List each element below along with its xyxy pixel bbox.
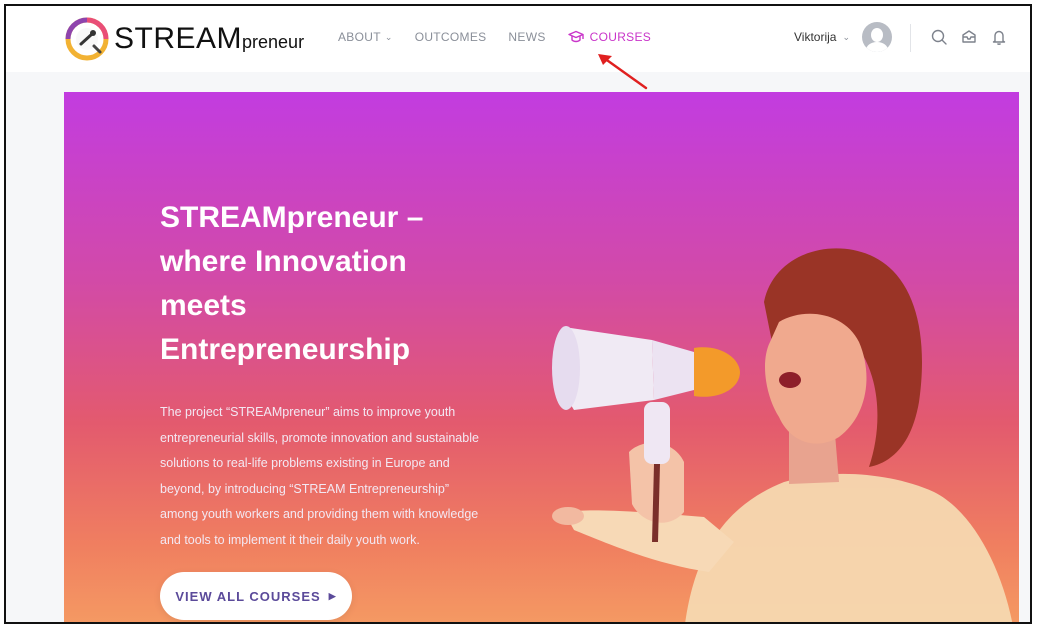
header-divider <box>910 24 911 52</box>
site-header: STREAMpreneur ABOUT ⌄ OUTCOMES NEWS COUR… <box>6 6 1030 72</box>
hero-description: The project “STREAMpreneur” aims to impr… <box>160 405 479 547</box>
nav-item-news[interactable]: NEWS <box>508 30 545 44</box>
view-all-courses-button[interactable]: VIEW ALL COURSES ▶ <box>160 572 352 620</box>
hero-title: STREAMpreneur – where Innovation meets E… <box>160 201 424 366</box>
nav-item-courses[interactable]: COURSES <box>567 30 652 44</box>
nav-item-outcomes[interactable]: OUTCOMES <box>415 30 487 44</box>
user-menu[interactable]: Viktorija ⌄ <box>794 22 893 52</box>
logo-text-suffix: preneur <box>242 32 305 52</box>
main-nav: ABOUT ⌄ OUTCOMES NEWS COURSES <box>338 30 651 44</box>
inbox-icon[interactable] <box>960 28 978 46</box>
chevron-down-icon: ⌄ <box>384 31 393 42</box>
nav-item-label: OUTCOMES <box>414 30 487 44</box>
nav-item-about[interactable]: ABOUT ⌄ <box>338 30 393 44</box>
logo-bulb-icon <box>65 17 109 61</box>
avatar[interactable] <box>862 22 893 52</box>
annotation-arrow-icon <box>598 54 648 90</box>
search-icon[interactable] <box>930 28 948 46</box>
cta-label: VIEW ALL COURSES <box>175 588 321 604</box>
nav-item-label: NEWS <box>508 30 546 44</box>
logo-text-main: STREAM <box>114 22 243 55</box>
nav-item-label: ABOUT <box>338 30 381 44</box>
user-name: Viktorija <box>794 30 837 44</box>
site-logo[interactable]: STREAMpreneur <box>64 16 304 62</box>
woman-with-megaphone-image <box>552 248 1013 622</box>
bell-icon[interactable] <box>990 28 1008 46</box>
browser-viewport: STREAMpreneur ABOUT ⌄ OUTCOMES NEWS COUR… <box>4 4 1032 624</box>
chevron-down-icon: ⌄ <box>842 31 851 42</box>
caret-right-icon: ▶ <box>328 590 337 601</box>
hero-banner: STREAMpreneur – where Innovation meets E… <box>64 92 1019 622</box>
graduation-cap-icon <box>567 30 584 43</box>
nav-item-label: COURSES <box>589 30 652 44</box>
